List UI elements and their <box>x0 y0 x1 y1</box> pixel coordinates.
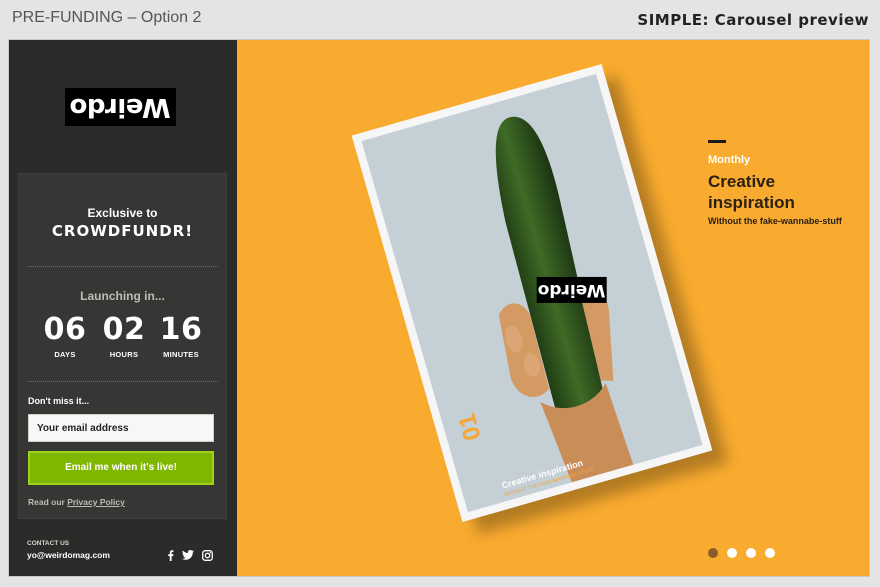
divider <box>28 266 218 267</box>
top-bar: PRE-FUNDING – Option 2 SIMPLE: Carousel … <box>0 0 880 38</box>
carousel-dot-3[interactable] <box>746 548 756 558</box>
headline-line1: Creative <box>708 172 776 191</box>
privacy-policy-link[interactable]: Privacy Policy <box>67 497 125 507</box>
preview-title: SIMPLE: Carousel preview <box>637 11 869 29</box>
privacy-prefix: Read our <box>28 497 68 507</box>
privacy-note: Read our Privacy Policy <box>28 497 125 507</box>
countdown-days: 06 DAYS <box>35 312 95 359</box>
accent-bar <box>708 140 726 143</box>
dont-miss-label: Don't miss it... <box>28 396 90 406</box>
contact-label: CONTACT US <box>27 540 70 547</box>
slide-tagline: Without the fake-wannabe-stuff <box>708 216 842 226</box>
countdown-hours-value: 02 <box>102 312 146 347</box>
twitter-icon[interactable] <box>182 549 194 561</box>
cucumber-hand-illustration <box>495 116 634 483</box>
facebook-icon[interactable] <box>164 549 176 561</box>
notify-button[interactable]: Email me when it's live! <box>28 451 214 485</box>
carousel-pager <box>708 548 775 558</box>
email-field[interactable] <box>28 414 214 442</box>
kicker-label: Monthly <box>708 154 751 166</box>
carousel-dot-4[interactable] <box>765 548 775 558</box>
instagram-icon[interactable] <box>201 549 213 561</box>
headline-line2: inspiration <box>708 193 795 212</box>
slide-headline: Creative inspiration <box>708 171 842 213</box>
preview-frame: Weirdo Exclusive to CROWDFUNDR! Launchin… <box>8 39 870 577</box>
cover-photo: Weirdo 01 Creative inspiration WITHOUT T… <box>361 73 703 513</box>
logo: Weirdo <box>65 88 176 126</box>
cover-logo-text: Weirdo <box>537 279 606 300</box>
carousel-slide: Weirdo 01 Creative inspiration WITHOUT T… <box>237 40 869 576</box>
countdown-days-value: 06 <box>43 312 87 347</box>
launching-label: Launching in... <box>80 289 165 303</box>
document-title: PRE-FUNDING – Option 2 <box>12 9 202 26</box>
divider <box>28 381 218 382</box>
countdown-minutes-unit: MINUTES <box>163 350 199 359</box>
countdown-hours: 02 HOURS <box>94 312 154 359</box>
sidebar: Weirdo Exclusive to CROWDFUNDR! Launchin… <box>9 40 237 576</box>
cover-logo: Weirdo <box>536 276 607 303</box>
countdown-minutes-value: 16 <box>159 312 203 347</box>
countdown-hours-unit: HOURS <box>109 350 139 359</box>
exclusive-label: Exclusive to <box>87 206 158 220</box>
slide-caption: Monthly Creative inspiration Without the… <box>708 140 842 226</box>
countdown-days-unit: DAYS <box>54 350 76 359</box>
contact-email[interactable]: yo@weirdomag.com <box>27 550 110 560</box>
exclusive-platform: CROWDFUNDR! <box>51 222 194 240</box>
countdown-minutes: 16 MINUTES <box>151 312 211 359</box>
magazine-cover: Weirdo 01 Creative inspiration WITHOUT T… <box>351 63 713 523</box>
carousel-dot-1[interactable] <box>708 548 718 558</box>
signup-card: Exclusive to CROWDFUNDR! Launching in...… <box>18 173 227 519</box>
logo-text: Weirdo <box>70 92 171 122</box>
carousel-dot-2[interactable] <box>727 548 737 558</box>
